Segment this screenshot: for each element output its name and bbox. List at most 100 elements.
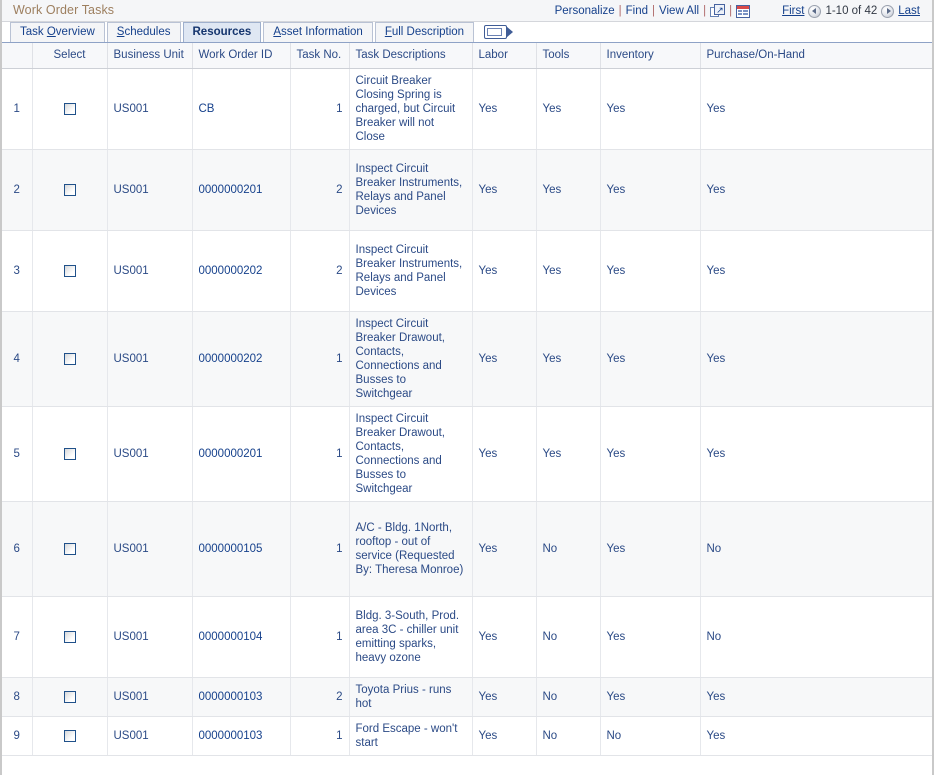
select-cell[interactable] — [32, 717, 107, 756]
purchase-on-hand-cell: Yes — [700, 69, 932, 150]
column-header-labor[interactable]: Labor — [472, 43, 536, 69]
business-unit-cell: US001 — [107, 678, 192, 717]
row-number: 8 — [2, 678, 32, 717]
work-order-tasks-grid: Select Business Unit Work Order ID Task … — [2, 43, 932, 756]
purchase-on-hand-cell: No — [700, 502, 932, 597]
select-checkbox[interactable] — [64, 103, 76, 115]
work-order-id-cell[interactable]: 0000000201 — [192, 150, 290, 231]
table-row[interactable]: 9US00100000001031Ford Escape - won't sta… — [2, 717, 932, 756]
select-checkbox[interactable] — [64, 730, 76, 742]
select-cell[interactable] — [32, 69, 107, 150]
select-cell[interactable] — [32, 407, 107, 502]
download-to-spreadsheet-icon[interactable] — [736, 5, 750, 18]
work-order-id-cell[interactable]: 0000000103 — [192, 717, 290, 756]
tools-cell: Yes — [536, 69, 600, 150]
tasks-table: Select Business Unit Work Order ID Task … — [2, 43, 932, 756]
last-page-link[interactable]: Last — [898, 5, 920, 17]
select-checkbox[interactable] — [64, 543, 76, 555]
tab-asset-information[interactable]: Asset Information — [263, 22, 373, 42]
work-order-id-cell[interactable]: 0000000201 — [192, 407, 290, 502]
select-cell[interactable] — [32, 502, 107, 597]
select-checkbox[interactable] — [64, 184, 76, 196]
table-row[interactable]: 3US00100000002022Inspect Circuit Breaker… — [2, 231, 932, 312]
spreadsheet-icon-cell — [743, 13, 748, 15]
tab-task-overview[interactable]: Task Overview — [10, 22, 105, 42]
table-row[interactable]: 2US00100000002012Inspect Circuit Breaker… — [2, 150, 932, 231]
select-checkbox[interactable] — [64, 353, 76, 365]
work-order-id-link[interactable]: 0000000104 — [199, 631, 263, 643]
column-header-task-no[interactable]: Task No. — [290, 43, 349, 69]
select-cell[interactable] — [32, 597, 107, 678]
task-description-cell: Circuit Breaker Closing Spring is charge… — [349, 69, 472, 150]
labor-cell: Yes — [472, 597, 536, 678]
business-unit-cell: US001 — [107, 597, 192, 678]
table-row[interactable]: 7US00100000001041Bldg. 3-South, Prod. ar… — [2, 597, 932, 678]
labor-cell: Yes — [472, 150, 536, 231]
column-header-task-descriptions[interactable]: Task Descriptions — [349, 43, 472, 69]
work-order-id-link[interactable]: CB — [199, 103, 215, 115]
tools-cell: Yes — [536, 231, 600, 312]
inventory-cell: Yes — [600, 150, 700, 231]
previous-page-arrow-icon[interactable] — [808, 5, 821, 18]
table-header-row: Select Business Unit Work Order ID Task … — [2, 43, 932, 69]
spreadsheet-icon-cell — [743, 10, 748, 12]
personalize-link[interactable]: Personalize — [555, 5, 615, 17]
table-row[interactable]: 4US00100000002021Inspect Circuit Breaker… — [2, 312, 932, 407]
purchase-on-hand-cell: Yes — [700, 231, 932, 312]
table-row[interactable]: 1US001CB1Circuit Breaker Closing Spring … — [2, 69, 932, 150]
work-order-id-cell[interactable]: 0000000202 — [192, 231, 290, 312]
table-row[interactable]: 8US00100000001032Toyota Prius - runs hot… — [2, 678, 932, 717]
show-all-columns-icon[interactable] — [484, 25, 514, 39]
work-order-id-link[interactable]: 0000000201 — [199, 184, 263, 196]
task-description-cell: Inspect Circuit Breaker Instruments, Rel… — [349, 231, 472, 312]
work-order-id-link[interactable]: 0000000103 — [199, 730, 263, 742]
select-cell[interactable] — [32, 231, 107, 312]
inventory-cell: Yes — [600, 502, 700, 597]
table-header: Select Business Unit Work Order ID Task … — [2, 43, 932, 69]
column-header-work-order-id[interactable]: Work Order ID — [192, 43, 290, 69]
column-header-purchase-on-hand: Purchase/On-Hand — [700, 43, 932, 69]
purchase-on-hand-cell: Yes — [700, 717, 932, 756]
inventory-cell: Yes — [600, 69, 700, 150]
work-order-id-link[interactable]: 0000000103 — [199, 691, 263, 703]
work-order-id-link[interactable]: 0000000202 — [199, 353, 263, 365]
purchase-on-hand-cell: Yes — [700, 407, 932, 502]
select-checkbox[interactable] — [64, 448, 76, 460]
select-checkbox[interactable] — [64, 691, 76, 703]
new-window-icon[interactable]: ↗ — [710, 4, 725, 18]
purchase-on-hand-cell: Yes — [700, 678, 932, 717]
work-order-id-cell[interactable]: 0000000104 — [192, 597, 290, 678]
column-header-business-unit[interactable]: Business Unit — [107, 43, 192, 69]
work-order-id-link[interactable]: 0000000202 — [199, 265, 263, 277]
table-row[interactable]: 6US00100000001051A/C - Bldg. 1North, roo… — [2, 502, 932, 597]
tab-resources[interactable]: Resources — [183, 22, 262, 42]
work-order-id-cell[interactable]: 0000000103 — [192, 678, 290, 717]
find-link[interactable]: Find — [626, 5, 648, 17]
next-page-arrow-icon[interactable] — [881, 5, 894, 18]
column-header-tools[interactable]: Tools — [536, 43, 600, 69]
business-unit-cell: US001 — [107, 407, 192, 502]
task-description-cell: Bldg. 3-South, Prod. area 3C - chiller u… — [349, 597, 472, 678]
work-order-id-cell[interactable]: CB — [192, 69, 290, 150]
show-all-columns-icon-inner — [487, 28, 502, 36]
first-page-link[interactable]: First — [782, 5, 804, 17]
work-order-id-link[interactable]: 0000000201 — [199, 448, 263, 460]
select-checkbox[interactable] — [64, 631, 76, 643]
labor-cell: Yes — [472, 69, 536, 150]
select-cell[interactable] — [32, 150, 107, 231]
work-order-id-cell[interactable]: 0000000105 — [192, 502, 290, 597]
column-header-select[interactable]: Select — [32, 43, 107, 69]
select-cell[interactable] — [32, 678, 107, 717]
grid-title-bar: Work Order Tasks Personalize | Find | Vi… — [2, 0, 932, 22]
labor-cell: Yes — [472, 231, 536, 312]
task-no-cell: 1 — [290, 312, 349, 407]
tab-schedules[interactable]: Schedules — [107, 22, 181, 42]
select-cell[interactable] — [32, 312, 107, 407]
work-order-id-cell[interactable]: 0000000202 — [192, 312, 290, 407]
select-checkbox[interactable] — [64, 265, 76, 277]
table-row[interactable]: 5US00100000002011Inspect Circuit Breaker… — [2, 407, 932, 502]
tab-full-description[interactable]: Full Description — [375, 22, 474, 42]
work-order-id-link[interactable]: 0000000105 — [199, 543, 263, 555]
column-header-inventory[interactable]: Inventory — [600, 43, 700, 69]
view-all-link[interactable]: View All — [659, 5, 699, 17]
